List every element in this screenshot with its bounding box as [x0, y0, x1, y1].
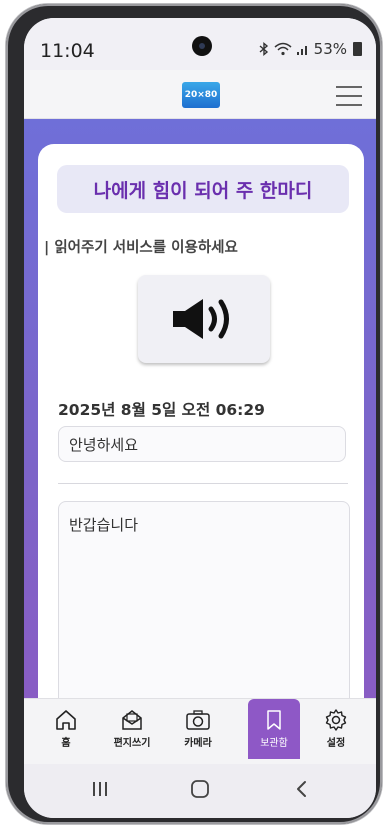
nav-item-letter[interactable]: 편지쓰기: [104, 699, 160, 759]
speaker-icon: [173, 299, 229, 339]
recent-apps-icon[interactable]: [90, 778, 110, 800]
app-logo[interactable]: 20×80: [182, 82, 220, 108]
status-icons: 53%: [258, 40, 362, 58]
app-bar: 20×80: [24, 70, 376, 119]
battery-percent: 53%: [313, 40, 347, 58]
divider: [58, 483, 348, 484]
status-time: 11:04: [40, 40, 95, 62]
phone-frame: 11:04 53% 20×80 나에게 힘이 되어 주 한마디 | 읽어주기 서…: [6, 4, 382, 824]
nav-item-storage[interactable]: 보관함: [248, 699, 300, 759]
status-bar: 11:04 53%: [24, 18, 376, 70]
home-icon: [56, 710, 76, 730]
page-title-box: 나에게 힘이 되어 주 한마디: [57, 165, 349, 213]
gear-icon: [325, 709, 347, 731]
read-aloud-button[interactable]: [138, 275, 270, 363]
nav-label-camera: 카메라: [184, 738, 212, 749]
date-label: 2025년 8월 5일 오전 06:29: [58, 401, 265, 419]
bottom-nav: 홈 편지쓰기 카메라 보관함 설정: [24, 698, 376, 765]
signal-icon: [296, 46, 307, 55]
nav-label-home: 홈: [61, 738, 71, 749]
nav-item-settings[interactable]: 설정: [308, 699, 364, 759]
page-title: 나에게 힘이 되어 주 한마디: [93, 179, 313, 202]
main-content: 나에게 힘이 되어 주 한마디 | 읽어주기 서비스를 이용하세요 2025년 …: [24, 119, 376, 731]
message-field[interactable]: 반갑습니다: [58, 501, 350, 731]
subtitle: | 읽어주기 서비스를 이용하세요: [44, 240, 238, 256]
nav-label-storage: 보관함: [260, 738, 288, 749]
screen: 11:04 53% 20×80 나에게 힘이 되어 주 한마디 | 읽어주기 서…: [24, 18, 376, 818]
camera-icon: [186, 710, 210, 730]
logo-text: 20×80: [184, 90, 218, 100]
home-button-icon[interactable]: [189, 778, 211, 800]
content-card: 나에게 힘이 되어 주 한마디 | 읽어주기 서비스를 이용하세요 2025년 …: [38, 144, 364, 731]
nav-item-home[interactable]: 홈: [38, 699, 94, 759]
bluetooth-icon: [259, 42, 268, 56]
bookmark-icon: [267, 710, 281, 730]
nav-item-camera[interactable]: 카메라: [170, 699, 226, 759]
front-camera: [192, 36, 212, 56]
nav-label-letter: 편지쓰기: [113, 738, 151, 749]
greeting-field[interactable]: 안녕하세요: [58, 426, 346, 462]
battery-icon: [353, 42, 362, 56]
wifi-icon: [274, 42, 292, 56]
nav-label-settings: 설정: [326, 738, 346, 749]
letter-icon: [122, 710, 142, 730]
system-nav-bar: [24, 764, 376, 818]
back-icon[interactable]: [292, 778, 312, 800]
hamburger-menu-icon[interactable]: [336, 86, 362, 106]
